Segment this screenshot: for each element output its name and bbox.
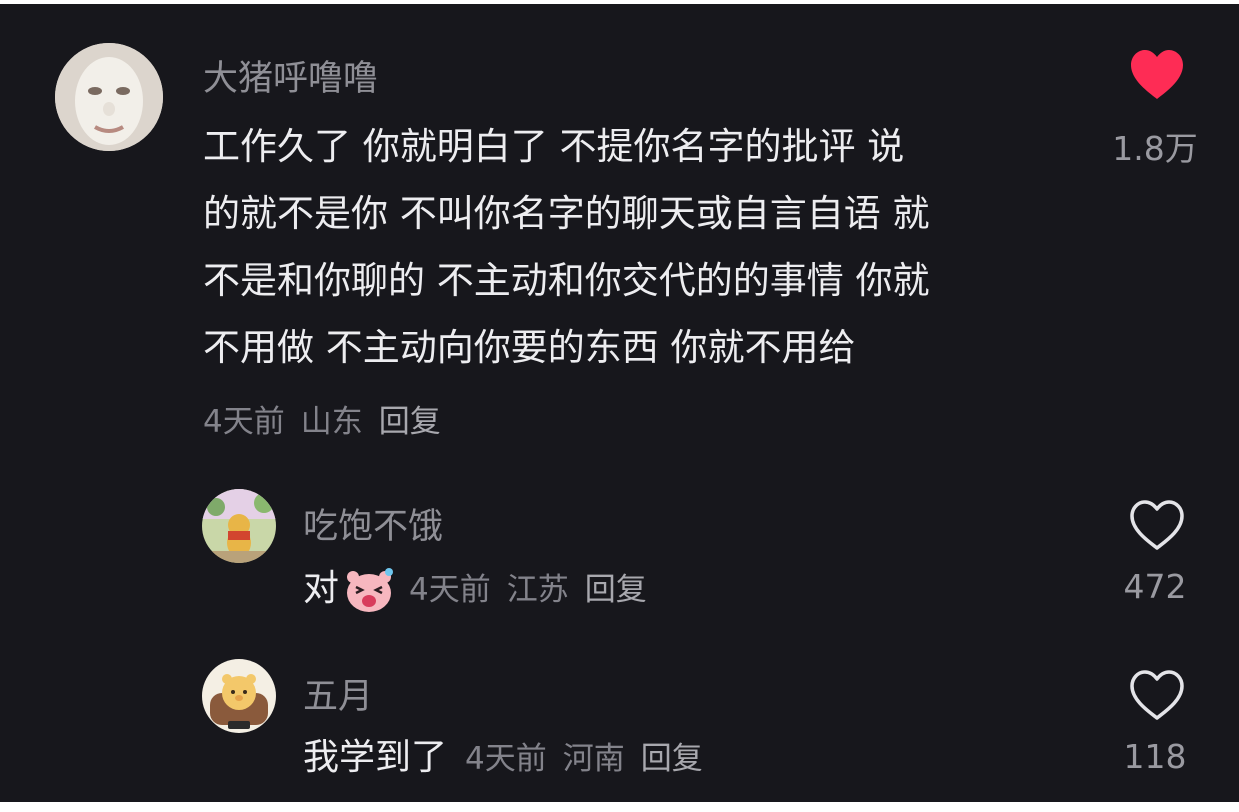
reply-username[interactable]: 五月 (303, 668, 373, 719)
avatar[interactable] (202, 489, 276, 563)
bear-sofa-avatar-icon (202, 659, 276, 733)
comment-thread: 大猪呼噜噜 工作久了 你就明白了 不提你名字的批评 说 的就不是你 不叫你名字的… (0, 4, 1239, 802)
comment-text-line: 工作久了 你就明白了 不提你名字的批评 说 (203, 125, 905, 168)
comment-meta: 4天前 山东 回复 (203, 396, 457, 441)
comment-username[interactable]: 大猪呼噜噜 (203, 50, 378, 101)
comment-location: 山东 (300, 404, 363, 440)
reply-time: 4天前 (465, 741, 547, 777)
face-mask-avatar-icon (55, 43, 163, 151)
heart-filled-icon[interactable] (1128, 47, 1186, 101)
comment-time: 4天前 (203, 404, 285, 440)
reply-text: 我学到了 (303, 737, 448, 778)
avatar[interactable] (55, 43, 163, 151)
reply-row: 对 4天前 江苏 回复 (303, 561, 663, 617)
like-count: 118 (1123, 737, 1187, 776)
reply-meta: 4天前 江苏 回复 (409, 572, 663, 608)
reply-time: 4天前 (409, 572, 491, 608)
comment-text-line: 不是和你聊的 不主动和你交代的的事情 你就 (203, 259, 930, 302)
comment-reply-button[interactable]: 回复 (379, 404, 441, 440)
like-count: 1.8万 (1112, 129, 1198, 168)
like-count: 472 (1123, 567, 1187, 606)
comment-text: 工作久了 你就明白了 不提你名字的批评 说 的就不是你 不叫你名字的聊天或自言自… (203, 113, 930, 381)
avatar[interactable] (202, 659, 276, 733)
reply-reply-button[interactable]: 回复 (641, 741, 703, 777)
comment-text-line: 不用做 不主动向你要的东西 你就不用给 (203, 326, 856, 369)
reply-reply-button[interactable]: 回复 (585, 572, 647, 608)
winnie-pooh-avatar-icon (202, 489, 276, 563)
reply-row: 我学到了 4天前 河南 回复 (303, 730, 719, 786)
reply-meta: 4天前 河南 回复 (465, 741, 719, 777)
heart-outline-icon[interactable] (1128, 498, 1186, 552)
reply-text: 对 (303, 568, 340, 609)
reply-location: 河南 (562, 741, 625, 777)
heart-outline-icon[interactable] (1128, 668, 1186, 722)
reply-username[interactable]: 吃饱不饿 (303, 498, 443, 549)
laughing-pig-emoji-icon (347, 568, 394, 612)
comment-text-line: 的就不是你 不叫你名字的聊天或自言自语 就 (203, 192, 930, 235)
reply-location: 江苏 (506, 572, 569, 608)
